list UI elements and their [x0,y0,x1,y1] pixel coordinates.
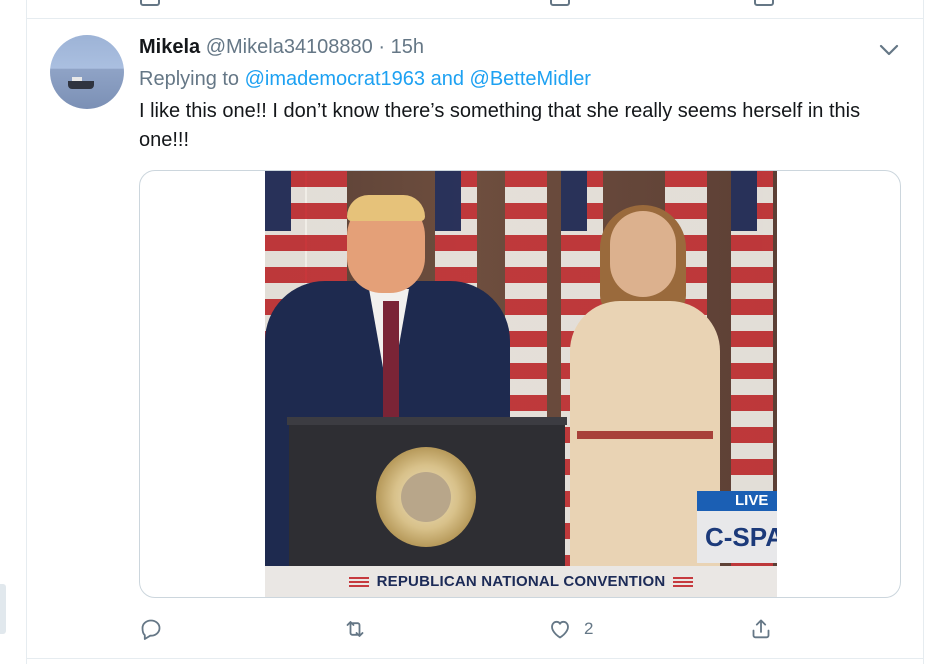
prev-like-icon[interactable] [550,0,570,6]
photo-belt [577,431,713,439]
event-banner-text: REPUBLICAN NATIONAL CONVENTION [376,573,666,590]
replying-to-line: Replying to @imademocrat1963 and @BetteM… [139,68,591,91]
like-count: 2 [584,619,594,638]
tweet-divider [27,658,923,659]
photo-podium-top [287,417,567,425]
avatar-boat [68,81,94,89]
share-button[interactable] [749,614,773,644]
retweet-icon [346,621,364,637]
like-button[interactable]: 2 [548,614,593,644]
share-icon [752,619,770,639]
tweet-timestamp[interactable]: 15h [391,36,424,58]
replying-to-label: Replying to [139,68,240,90]
event-banner: REPUBLICAN NATIONAL CONVENTION [265,566,777,597]
reply-mention-link[interactable]: @imademocrat1963 [245,68,425,90]
live-badge: LIVE [697,491,777,511]
reply-mention-link[interactable]: @BetteMidler [470,68,591,90]
like-icon [551,620,569,639]
banner-stripes-icon [673,576,694,587]
retweet-button[interactable] [343,614,367,644]
prev-reply-icon[interactable] [140,0,160,6]
photo-tie [383,301,399,421]
tweet-photo[interactable]: LIVE C-SPAN REPUBLICAN NATIONAL CONVENTI… [265,171,777,597]
banner-stripes-icon [348,576,369,587]
timeline-border-right [923,0,924,664]
photo-head-right [610,211,676,297]
reply-button[interactable] [139,614,163,644]
user-handle[interactable]: @Mikela34108880 [206,36,373,58]
chevron-down-icon [879,44,899,56]
more-options-caret[interactable] [878,40,900,60]
reply-conjunction: and [430,68,464,90]
network-logo: C-SPAN [697,511,777,563]
tweet-header: Mikela @Mikela34108880 · 15h [139,36,424,62]
tweet-text: I like this one!! I don’t know there’s s… [139,100,861,151]
previous-tweet-actions [140,0,780,6]
tweet-actions: 2 [139,614,839,644]
scroll-edge-tab [0,584,6,634]
avatar[interactable] [50,35,124,109]
separator-dot: · [378,36,386,58]
reply-icon [141,619,161,640]
prev-share-icon[interactable] [754,0,774,6]
display-name[interactable]: Mikela [139,36,200,58]
photo-hair-left [347,195,425,221]
tweet-divider [27,18,923,19]
timeline-border-left [26,0,27,664]
seal-center [401,472,451,522]
media-card[interactable]: LIVE C-SPAN REPUBLICAN NATIONAL CONVENTI… [139,170,901,598]
